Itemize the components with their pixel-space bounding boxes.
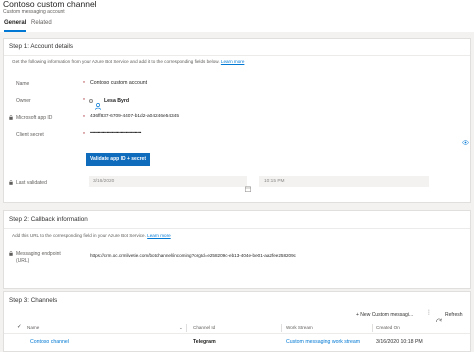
page-subtitle: Custom messaging account <box>3 9 65 15</box>
last-validated-lock-icon <box>9 180 13 185</box>
page-title: Contoso custom channel <box>3 0 97 9</box>
client-secret-required-marker: * <box>83 132 85 138</box>
client-secret-label: Client secret <box>16 132 44 138</box>
new-custom-messaging-button[interactable]: + New Custom messagi... <box>356 312 413 318</box>
app-id-lock-icon <box>9 115 13 120</box>
eye-icon[interactable] <box>461 132 470 150</box>
app-id-required-marker: * <box>83 115 85 121</box>
more-options-icon[interactable]: ⋮ <box>426 309 432 316</box>
row-name-link[interactable]: Contoso channel <box>30 339 69 345</box>
column-header-work-stream[interactable]: Work Stream <box>286 325 313 330</box>
endpoint-url-field[interactable]: https://crm.oc.crmlivetie.com/botchannel… <box>90 253 296 258</box>
step2-description: Add this URL to the corresponding field … <box>12 233 171 238</box>
last-validated-label: Last validated <box>16 180 47 186</box>
column-separator <box>281 324 282 332</box>
step1-learn-more-link[interactable]: Learn more <box>221 59 245 64</box>
column-header-channel-id[interactable]: Channel Id <box>193 325 215 330</box>
row-created-on: 3/16/2020 10:18 PM <box>376 339 423 345</box>
step3-title: Step 3: Channels <box>9 297 58 304</box>
endpoint-label: Messaging endpoint <box>16 251 61 257</box>
refresh-button[interactable]: Refresh <box>445 312 463 318</box>
column-header-name[interactable]: Name <box>27 325 39 330</box>
grid-header: ✓ Name ⌄ Channel Id Work Stream Created … <box>4 322 470 334</box>
owner-label: Owner <box>16 98 31 104</box>
app-id-field[interactable]: 436ff837-6709-4407-b1d2-a04246e54345 <box>90 114 179 119</box>
step1-title: Step 1: Account details <box>9 43 74 50</box>
step2-title: Step 2: Callback information <box>9 216 88 223</box>
app-id-label: Microsoft app ID <box>16 115 53 121</box>
table-row[interactable]: Contoso channel Telegram Custom messagin… <box>4 337 470 347</box>
name-label: Name <box>16 81 30 87</box>
select-all-checkbox[interactable]: ✓ <box>17 324 22 330</box>
person-icon <box>95 97 101 115</box>
step2-panel: Step 2: Callback information Add this UR… <box>3 210 471 289</box>
name-required-marker: * <box>83 81 85 87</box>
step3-panel: Step 3: Channels + New Custom messagi...… <box>3 291 471 352</box>
validate-button[interactable]: Validate app ID + secret <box>86 153 150 166</box>
column-separator <box>372 324 373 332</box>
column-header-created-on[interactable]: Created On <box>376 325 400 330</box>
tab-related[interactable]: Related <box>31 20 52 26</box>
column-separator <box>186 324 187 332</box>
step2-divider <box>4 228 470 229</box>
form-header: Contoso custom channel Custom messaging … <box>0 0 474 32</box>
owner-link[interactable]: Lesa Byrd <box>104 98 129 104</box>
owner-presence-icon <box>89 99 93 103</box>
step1-divider <box>4 55 470 56</box>
row-work-stream-link[interactable]: Custom messaging work stream <box>286 339 360 345</box>
step1-description: Get the following information from your … <box>12 59 245 64</box>
endpoint-lock-icon <box>9 251 13 256</box>
row-channel-id: Telegram <box>193 339 216 345</box>
calendar-icon <box>245 179 251 197</box>
last-validated-date-field: 3/16/2020 <box>89 176 247 187</box>
step1-panel: Step 1: Account details Get the followin… <box>3 38 471 203</box>
name-field[interactable]: Contoso custom account <box>90 80 147 86</box>
tab-general-underline <box>4 30 26 32</box>
step2-learn-more-link[interactable]: Learn more <box>147 233 171 238</box>
client-secret-field[interactable]: •••••••••••••••••••••••••••••••••••••••• <box>90 130 141 135</box>
endpoint-label-url: (URL) <box>16 258 30 264</box>
sort-icon: ⌄ <box>179 325 183 330</box>
tab-general[interactable]: General <box>4 20 26 26</box>
last-validated-time-field: 10:15 PM <box>259 176 429 187</box>
owner-required-marker: * <box>83 98 85 104</box>
